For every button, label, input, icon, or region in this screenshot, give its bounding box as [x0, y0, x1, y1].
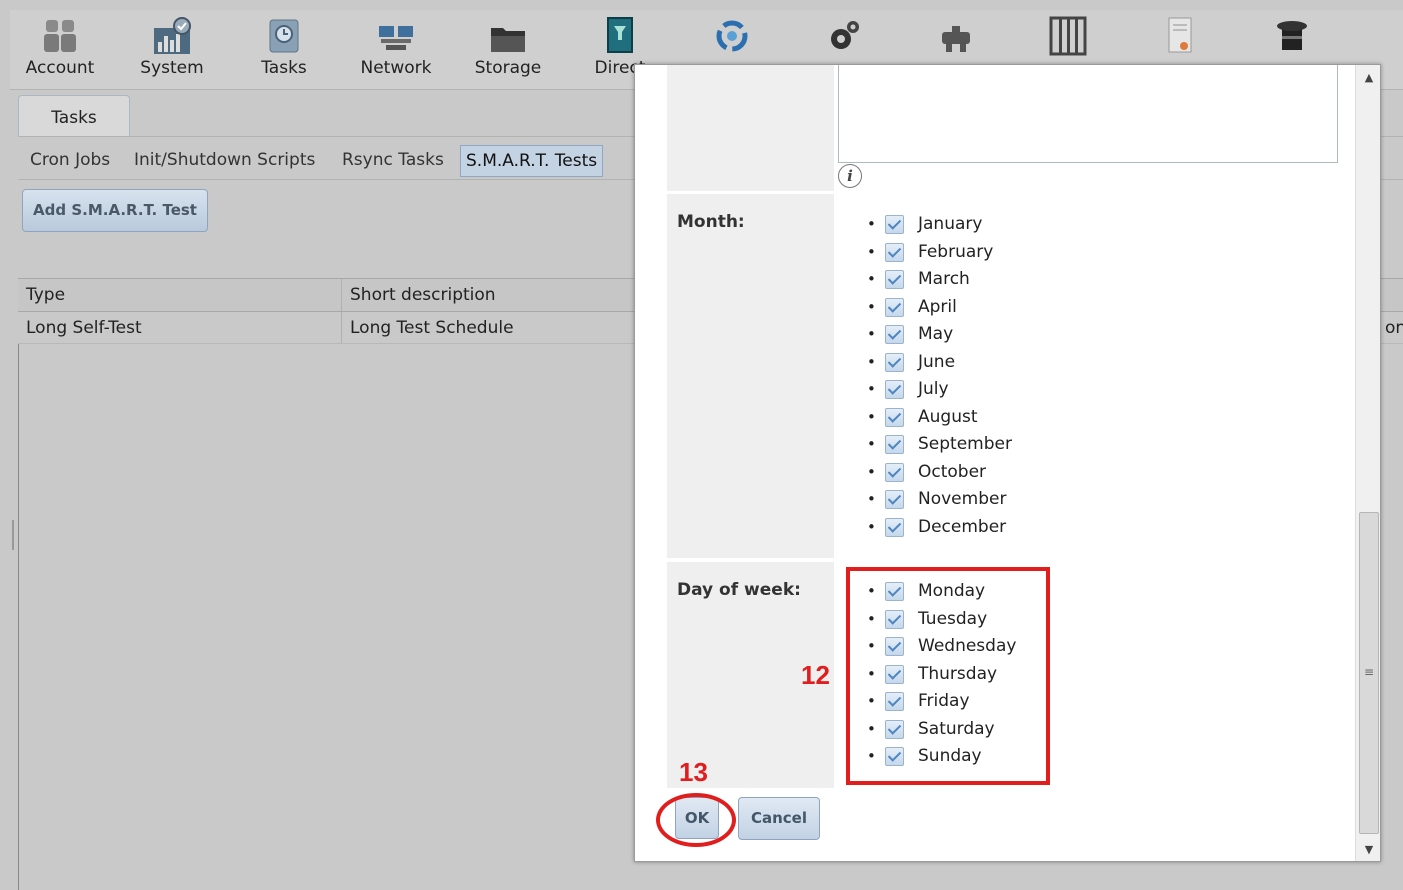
annotation-circle — [656, 793, 736, 847]
toolbar-label: Network — [360, 58, 432, 78]
checkbox-checked-icon[interactable] — [885, 435, 904, 454]
scroll-thumb[interactable]: ≡ — [1359, 512, 1379, 834]
cell-description: Long Test Schedule — [350, 318, 514, 338]
month-option-label: November — [918, 489, 1007, 509]
checkbox-checked-icon[interactable] — [885, 490, 904, 509]
splitter-handle[interactable] — [12, 520, 14, 550]
panel-border — [18, 344, 19, 890]
system-icon — [154, 17, 191, 54]
checkbox-checked-icon[interactable] — [885, 242, 904, 262]
cancel-button[interactable]: Cancel — [738, 797, 820, 840]
bullet: • — [867, 380, 876, 398]
bullet: • — [867, 435, 876, 453]
month-option-label: April — [918, 296, 957, 317]
checkbox-checked-icon[interactable] — [885, 270, 904, 289]
tab-tasks[interactable]: Tasks — [18, 95, 130, 137]
bullet: • — [867, 407, 876, 426]
month-label-cell: Month: — [667, 194, 834, 558]
month-option-label: March — [918, 269, 970, 289]
storage-icon — [491, 28, 525, 52]
subtab-cron-jobs[interactable]: Cron Jobs — [30, 145, 110, 177]
info-icon[interactable]: i — [838, 164, 862, 188]
bullet: • — [867, 242, 876, 261]
bullet: • — [867, 490, 876, 508]
bullet: • — [867, 462, 876, 481]
toolbar-label: System — [140, 58, 204, 78]
checkbox-checked-icon[interactable] — [885, 297, 904, 317]
grip-icon: ≡ — [1363, 665, 1375, 679]
bullet: • — [867, 297, 876, 316]
checkbox-checked-icon[interactable] — [885, 325, 904, 344]
column-header-short-description[interactable]: Short description — [342, 279, 662, 311]
month-option-label: May — [918, 324, 954, 344]
month-option-label: January — [918, 214, 983, 234]
subtab-rsync-tasks[interactable]: Rsync Tasks — [342, 145, 444, 177]
checkbox-checked-icon[interactable] — [885, 380, 904, 399]
reporting-icon — [1168, 17, 1192, 53]
subtab-init-shutdown-scripts[interactable]: Init/Shutdown Scripts — [134, 145, 315, 177]
subtab-smart-tests[interactable]: S.M.A.R.T. Tests — [460, 145, 604, 177]
network-icon — [379, 26, 413, 50]
sharing-icon — [716, 20, 748, 52]
toolbar-network[interactable]: Network — [346, 10, 446, 90]
scroll-down-arrow-icon[interactable]: ▼ — [1356, 839, 1380, 861]
day-of-week-label: Day of week: — [677, 580, 801, 600]
account-icon — [44, 20, 76, 52]
bullet: • — [867, 352, 876, 371]
month-option-label: September — [918, 434, 1012, 454]
checkbox-checked-icon[interactable] — [885, 517, 904, 537]
jails-icon — [1049, 16, 1087, 56]
month-option-label: July — [918, 379, 949, 399]
bullet: • — [867, 270, 876, 288]
bullet: • — [867, 215, 876, 233]
cell-type: Long Self-Test — [18, 312, 342, 343]
annotation-step-13: 13 — [679, 757, 708, 787]
checkbox-checked-icon[interactable] — [885, 462, 904, 482]
month-option-label: February — [918, 241, 994, 262]
toolbar-label: Tasks — [261, 58, 307, 78]
tasks-icon — [269, 19, 299, 53]
services-icon — [831, 21, 859, 49]
dialog-scrollbar[interactable]: ▲ ≡ ▼ — [1355, 65, 1380, 861]
scroll-up-arrow-icon[interactable]: ▲ — [1356, 67, 1380, 89]
month-option-label: October — [918, 461, 987, 482]
toolbar-system[interactable]: System — [122, 10, 222, 90]
description-label-cell — [667, 65, 834, 191]
directory-icon — [607, 17, 633, 53]
smart-test-dialog: i Month: • January • February • March • April • M… — [634, 64, 1381, 862]
plugins-icon — [942, 26, 970, 52]
toolbar-label: Storage — [474, 58, 542, 78]
toolbar-storage[interactable]: Storage — [458, 10, 558, 90]
description-textarea[interactable] — [838, 65, 1338, 163]
annotation-highlight-box — [846, 567, 1050, 785]
month-option-label: August — [918, 406, 978, 427]
bullet: • — [867, 517, 876, 536]
toolbar-tasks[interactable]: Tasks — [234, 10, 334, 90]
month-option-label: June — [918, 351, 956, 372]
checkbox-checked-icon[interactable] — [885, 352, 904, 372]
wizard-icon — [1277, 21, 1307, 50]
checkbox-checked-icon[interactable] — [885, 215, 904, 234]
month-label: Month: — [677, 212, 745, 232]
toolbar-account[interactable]: Account — [10, 10, 110, 90]
toolbar-label: Account — [25, 58, 95, 78]
month-option-label: December — [918, 516, 1007, 537]
checkbox-checked-icon[interactable] — [885, 407, 904, 427]
column-header-type[interactable]: Type — [18, 279, 342, 311]
annotation-step-12: 12 — [801, 660, 830, 690]
bullet: • — [867, 325, 876, 343]
add-smart-test-button[interactable]: Add S.M.A.R.T. Test — [22, 189, 208, 232]
